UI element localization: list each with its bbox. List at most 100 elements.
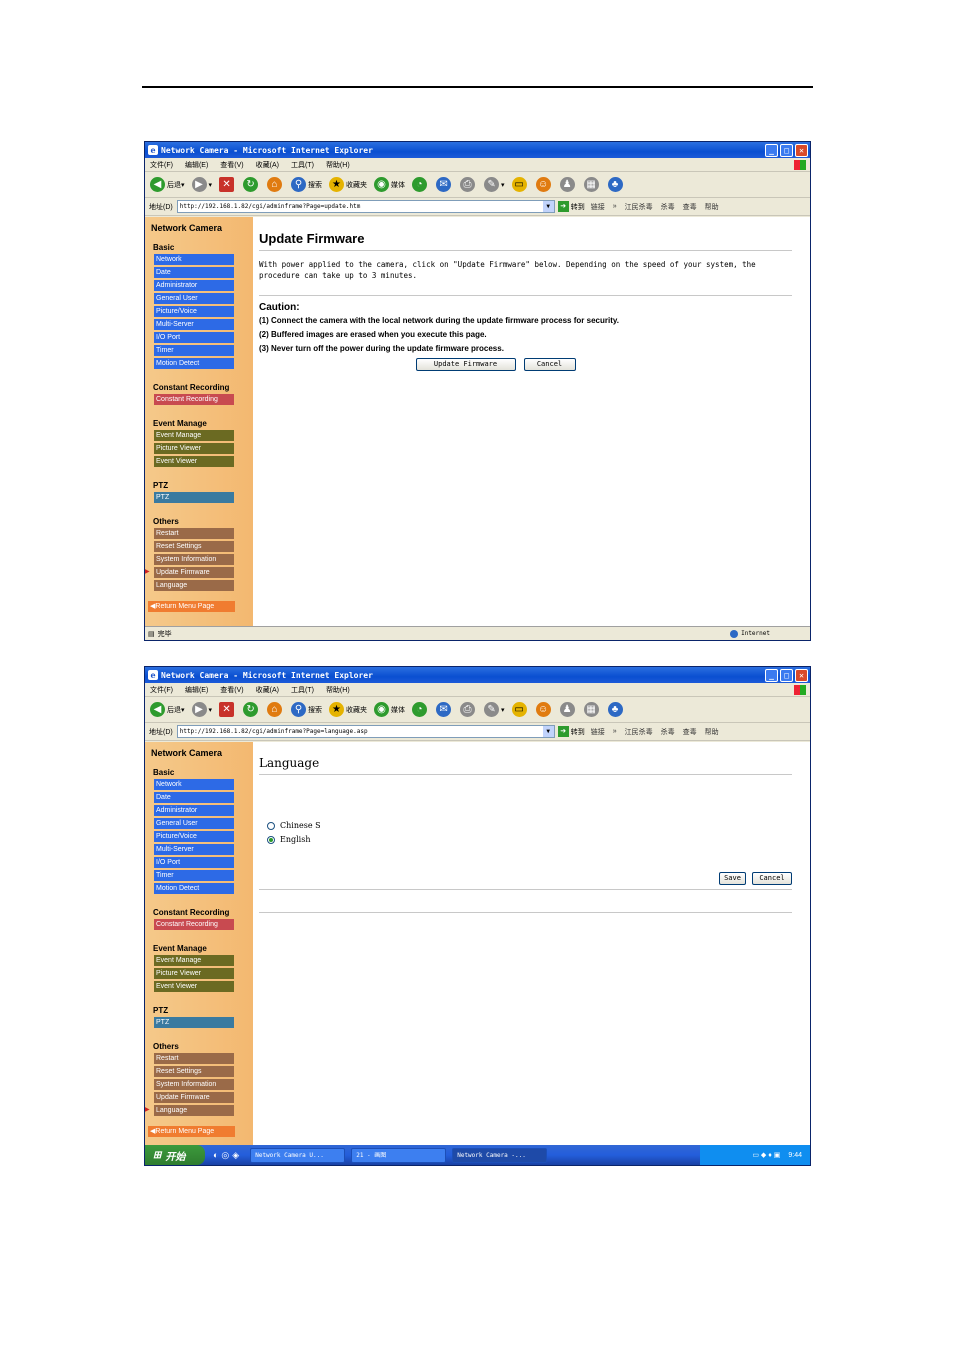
help-button[interactable]: 帮助 xyxy=(705,202,719,212)
cancel-button[interactable]: Cancel xyxy=(752,872,792,885)
sidebar-item-constant-recording[interactable]: Constant Recording xyxy=(154,394,234,405)
menu-edit[interactable]: 编辑(E) xyxy=(185,160,208,170)
sidebar-item-event-viewer[interactable]: Event Viewer xyxy=(154,981,234,992)
close-button[interactable]: ✕ xyxy=(795,668,808,682)
sidebar-item-picture-voice[interactable]: Picture/Voice xyxy=(154,306,234,317)
sidebar-item-date[interactable]: Date xyxy=(154,267,234,278)
sidebar-item-ptz[interactable]: PTZ xyxy=(154,492,234,503)
sidebar-item-ptz[interactable]: PTZ xyxy=(154,1017,234,1028)
scan-virus-button[interactable]: 查毒 xyxy=(683,202,697,212)
radio-english[interactable]: English xyxy=(267,835,792,844)
qq-button[interactable]: ♟ xyxy=(559,177,577,192)
sidebar-item-timer[interactable]: Timer xyxy=(154,870,234,881)
start-button[interactable]: ⊞ 开始 xyxy=(145,1145,205,1165)
save-button[interactable]: Save xyxy=(719,872,746,885)
sidebar-item-date[interactable]: Date xyxy=(154,792,234,803)
tray-icons[interactable]: ▭ ◆ ♦ ▣ xyxy=(752,1151,780,1159)
update-firmware-button[interactable]: Update Firmware xyxy=(415,358,516,371)
taskbar-item[interactable]: Network Camera U... xyxy=(250,1147,346,1163)
refresh-button[interactable]: ↻ xyxy=(243,702,260,717)
sidebar-item-io-port[interactable]: I/O Port xyxy=(154,332,234,343)
sidebar-item-picture-viewer[interactable]: Picture Viewer xyxy=(154,968,234,979)
favorites-button[interactable]: ★ 收藏夹 xyxy=(329,702,367,717)
sidebar-item-system-information[interactable]: System Information xyxy=(154,1079,234,1090)
menu-help[interactable]: 帮助(H) xyxy=(326,685,350,695)
sidebar-item-motion-detect[interactable]: Motion Detect xyxy=(154,883,234,894)
menu-view[interactable]: 查看(V) xyxy=(220,160,243,170)
title-bar[interactable]: e Network Camera - Microsoft Internet Ex… xyxy=(145,667,810,683)
sidebar-item-language[interactable]: Language xyxy=(145,1105,234,1116)
minimize-button[interactable]: _ xyxy=(765,668,778,682)
go-button[interactable]: ➜ 转到 xyxy=(557,201,585,212)
forward-button[interactable]: ▶ ▾ xyxy=(191,702,212,717)
edit-button[interactable]: ✎ ▾ xyxy=(484,702,505,717)
sidebar-item-administrator[interactable]: Administrator xyxy=(154,280,234,291)
maximize-button[interactable]: □ xyxy=(780,668,793,682)
tool-button[interactable]: ▦ xyxy=(583,702,601,717)
go-button[interactable]: ➜ 转到 xyxy=(557,726,585,737)
address-input[interactable]: http://192.168.1.82/cgi/adminframe?Page=… xyxy=(176,725,555,738)
close-button[interactable]: ✕ xyxy=(795,143,808,157)
media-button[interactable]: ◉ 媒体 xyxy=(374,177,405,192)
menu-favorites[interactable]: 收藏(A) xyxy=(256,160,279,170)
help-button[interactable]: 帮助 xyxy=(705,727,719,737)
quick-launch-icons[interactable]: ◐◎◈ xyxy=(213,1150,242,1161)
menu-view[interactable]: 查看(V) xyxy=(220,685,243,695)
antivirus-link[interactable]: 江民杀毒 xyxy=(625,727,653,737)
return-menu-link[interactable]: ◀Return Menu Page xyxy=(148,601,235,612)
kill-virus-button[interactable]: 杀毒 xyxy=(661,202,675,212)
more-chevron-icon[interactable]: » xyxy=(613,728,617,735)
antivirus-link[interactable]: 江民杀毒 xyxy=(625,202,653,212)
sidebar-item-timer[interactable]: Timer xyxy=(154,345,234,356)
menu-favorites[interactable]: 收藏(A) xyxy=(256,685,279,695)
home-button[interactable]: ⌂ xyxy=(267,177,284,192)
sidebar-item-restart[interactable]: Restart xyxy=(154,1053,234,1064)
media-button[interactable]: ◉ 媒体 xyxy=(374,702,405,717)
sidebar-item-picture-viewer[interactable]: Picture Viewer xyxy=(154,443,234,454)
stop-button[interactable]: ✕ xyxy=(219,702,236,717)
folder-button[interactable]: ▭ xyxy=(511,177,529,192)
address-input[interactable]: http://192.168.1.82/cgi/adminframe?Page=… xyxy=(176,200,555,213)
sidebar-item-io-port[interactable]: I/O Port xyxy=(154,857,234,868)
sidebar-item-general-user[interactable]: General User xyxy=(154,818,234,829)
sidebar-item-update-firmware[interactable]: Update Firmware xyxy=(145,567,234,578)
menu-file[interactable]: 文件(F) xyxy=(150,160,173,170)
kill-virus-button[interactable]: 杀毒 xyxy=(661,727,675,737)
sidebar-item-reset-settings[interactable]: Reset Settings xyxy=(154,541,234,552)
messenger-button[interactable]: ☺ xyxy=(535,177,553,192)
title-bar[interactable]: e Network Camera - Microsoft Internet Ex… xyxy=(145,142,810,158)
users-button[interactable]: ♣ xyxy=(607,177,625,192)
sidebar-item-motion-detect[interactable]: Motion Detect xyxy=(154,358,234,369)
radio-button[interactable] xyxy=(267,821,275,830)
chevron-down-icon[interactable]: ▼ xyxy=(542,201,554,212)
sidebar-item-system-information[interactable]: System Information xyxy=(154,554,234,565)
users-button[interactable]: ♣ xyxy=(607,702,625,717)
links-button[interactable]: 链接 xyxy=(591,727,605,737)
sidebar-item-update-firmware[interactable]: Update Firmware xyxy=(154,1092,234,1103)
mail-button[interactable]: ✉ xyxy=(436,177,453,192)
tool-button[interactable]: ▦ xyxy=(583,177,601,192)
taskbar-item-active[interactable]: Network Camera -... xyxy=(452,1147,548,1163)
sidebar-item-restart[interactable]: Restart xyxy=(154,528,234,539)
print-button[interactable]: ⎙ xyxy=(460,702,477,717)
sidebar-item-event-manage[interactable]: Event Manage xyxy=(154,955,234,966)
menu-help[interactable]: 帮助(H) xyxy=(326,160,350,170)
return-menu-link[interactable]: ◀Return Menu Page xyxy=(148,1126,235,1137)
home-button[interactable]: ⌂ xyxy=(267,702,284,717)
taskbar-item[interactable]: 21 - 画图 xyxy=(351,1147,447,1163)
minimize-button[interactable]: _ xyxy=(765,143,778,157)
mail-button[interactable]: ✉ xyxy=(436,702,453,717)
sidebar-item-multi-server[interactable]: Multi-Server xyxy=(154,319,234,330)
forward-button[interactable]: ▶ ▾ xyxy=(191,177,212,192)
sidebar-item-network[interactable]: Network xyxy=(154,779,234,790)
radio-chinese-s[interactable]: Chinese S xyxy=(267,821,792,830)
chevron-down-icon[interactable]: ▼ xyxy=(542,726,554,737)
search-button[interactable]: ⚲ 搜索 xyxy=(291,177,322,192)
messenger-button[interactable]: ☺ xyxy=(535,702,553,717)
sidebar-item-constant-recording[interactable]: Constant Recording xyxy=(154,919,234,930)
print-button[interactable]: ⎙ xyxy=(460,177,477,192)
sidebar-item-network[interactable]: Network xyxy=(154,254,234,265)
sidebar-item-picture-voice[interactable]: Picture/Voice xyxy=(154,831,234,842)
refresh-button[interactable]: ↻ xyxy=(243,177,260,192)
radio-button-selected[interactable] xyxy=(267,835,275,844)
